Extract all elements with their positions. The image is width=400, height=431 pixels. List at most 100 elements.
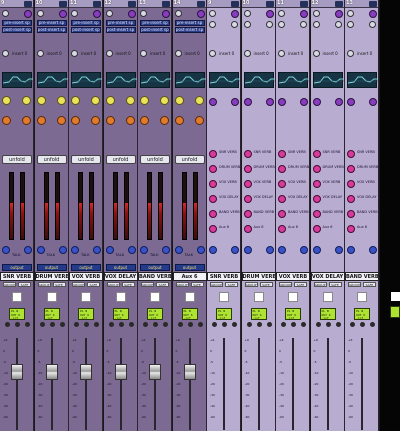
pan-knob[interactable]	[105, 246, 114, 254]
insert-slot[interactable]: insert 0	[173, 50, 206, 58]
aux-send-row[interactable]: SNR VERB	[243, 150, 274, 158]
send-level-knob[interactable]	[312, 225, 321, 233]
pan-knob[interactable]	[71, 246, 79, 254]
select-button[interactable]	[115, 292, 126, 302]
ratio-knob[interactable]	[22, 96, 31, 105]
output-button[interactable]: output	[36, 264, 67, 271]
fader-cap[interactable]	[80, 364, 92, 380]
talkback-button[interactable]: TALK	[150, 253, 159, 257]
pre-insert-button[interactable]: pre-insert sp	[71, 20, 101, 26]
send-level-knob[interactable]	[243, 150, 252, 158]
aux-send-row[interactable]: VOX VERB	[243, 180, 274, 188]
aux-send-row[interactable]: VOX DELAY	[209, 195, 239, 203]
fader-cap[interactable]	[149, 364, 161, 380]
pan-knob[interactable]	[209, 246, 217, 254]
mode-button[interactable]: GROUP	[279, 282, 292, 287]
fader[interactable]: +6 0 -5 -10 -20 -30 -40 -60	[173, 334, 206, 431]
aux-send-row[interactable]: Aux 6	[312, 225, 343, 233]
eq-graph[interactable]	[140, 72, 171, 88]
gain-knob[interactable]	[2, 10, 9, 17]
aux-send-row[interactable]: DRUM VERB	[347, 165, 378, 173]
fader[interactable]: +6 0 -5 -10 -20 -30 -40 -60	[0, 334, 33, 431]
send-level-knob[interactable]	[243, 225, 252, 233]
talkback-button[interactable]: TALK	[185, 253, 194, 257]
insert-knob[interactable]	[174, 50, 182, 57]
mode-button[interactable]: SAFE	[87, 282, 100, 287]
attack-knob[interactable]	[174, 116, 184, 125]
fader[interactable]: +6 0 -5 -10 -20 -30 -40 -60	[311, 334, 344, 431]
threshold-knob[interactable]	[36, 96, 46, 105]
insert-knob[interactable]	[265, 10, 274, 18]
mode-button[interactable]: SAFE	[156, 282, 169, 287]
aux-send-row[interactable]: SNR VERB	[278, 150, 308, 158]
select-button[interactable]	[81, 292, 91, 302]
select-button[interactable]	[253, 292, 264, 302]
insert-slot[interactable]: insert 0	[276, 50, 309, 58]
fader[interactable]: +6 0 -5 -10 -20 -30 -40 -60	[345, 334, 378, 431]
unfold-button[interactable]: unfold	[2, 155, 32, 164]
send-knob[interactable]	[243, 98, 252, 106]
select-button[interactable]	[150, 292, 160, 302]
pan-knob[interactable]	[300, 246, 308, 254]
pan-knob[interactable]	[347, 21, 354, 28]
strip-name-label[interactable]: VOX VERB	[276, 272, 309, 281]
select-button[interactable]	[219, 292, 229, 302]
aux-send-row[interactable]: BAND VERB	[347, 210, 378, 218]
eq-graph[interactable]	[243, 72, 275, 88]
width-knob[interactable]	[334, 21, 342, 28]
post-insert-button[interactable]: post-insert sp	[140, 27, 170, 33]
fader[interactable]: +6 0 -5 -10 -20 -30 -40 -60	[104, 334, 137, 431]
talkback-button[interactable]: TALK	[47, 253, 56, 257]
attack-knob[interactable]	[140, 116, 149, 125]
pan-knob[interactable]	[93, 246, 101, 254]
threshold-knob[interactable]	[2, 96, 11, 105]
output-button[interactable]: output	[105, 264, 136, 271]
pan-knob[interactable]	[127, 246, 136, 254]
send-level-knob[interactable]	[312, 195, 321, 203]
gain-knob[interactable]	[105, 10, 113, 17]
aux-send-row[interactable]: Aux 6	[209, 225, 239, 233]
insert-slot[interactable]: insert 0	[104, 50, 137, 58]
send-level-knob[interactable]	[243, 195, 252, 203]
mode-button[interactable]: GROUP	[175, 282, 189, 287]
pre-insert-button[interactable]: pre-insert sp	[140, 20, 170, 26]
select-button[interactable]	[12, 292, 22, 302]
send-knob[interactable]	[265, 98, 274, 106]
send-level-knob[interactable]	[209, 165, 217, 173]
mode-button[interactable]: SAFE	[190, 282, 204, 287]
ratio-knob[interactable]	[91, 96, 100, 105]
insert-knob[interactable]	[105, 50, 113, 57]
insert-slot[interactable]: insert 0	[311, 50, 344, 58]
attack-knob[interactable]	[36, 116, 46, 125]
aux-send-row[interactable]: BAND VERB	[209, 210, 240, 218]
post-insert-button[interactable]: post-insert sp	[71, 27, 101, 33]
insert-slot[interactable]: insert 0	[345, 50, 378, 58]
mode-button[interactable]: SAFE	[18, 282, 31, 287]
pan-knob[interactable]	[36, 246, 45, 254]
send-level-knob[interactable]	[347, 165, 355, 173]
insert-slot[interactable]: insert 0	[69, 50, 102, 58]
aux-send-row[interactable]: BAND VERB	[243, 210, 274, 218]
send-level-knob[interactable]	[347, 195, 355, 203]
strip-name-label[interactable]: DRUM VERB	[34, 272, 68, 281]
pan-knob[interactable]	[174, 246, 183, 254]
insert-knob[interactable]	[127, 10, 136, 18]
unfold-button[interactable]: unfold	[36, 155, 67, 164]
send-level-knob[interactable]	[347, 225, 355, 233]
send-knob[interactable]	[347, 98, 355, 106]
pre-insert-button[interactable]: pre-insert sp	[36, 20, 67, 26]
send-level-knob[interactable]	[347, 150, 355, 158]
send-knob[interactable]	[312, 98, 321, 106]
eq-graph[interactable]	[209, 72, 240, 88]
insert-knob[interactable]	[278, 50, 285, 57]
insert-slot[interactable]: insert 0	[138, 50, 171, 58]
send-level-knob[interactable]	[278, 180, 286, 188]
output-button[interactable]: output	[71, 264, 101, 271]
eq-graph[interactable]	[36, 72, 68, 88]
aux-send-row[interactable]: VOX DELAY	[243, 195, 274, 203]
mode-button[interactable]: GROUP	[37, 282, 51, 287]
insert-knob[interactable]	[209, 50, 216, 57]
aux-send-row[interactable]: SNR VERB	[347, 150, 377, 158]
send-level-knob[interactable]	[209, 195, 217, 203]
release-knob[interactable]	[160, 116, 169, 125]
